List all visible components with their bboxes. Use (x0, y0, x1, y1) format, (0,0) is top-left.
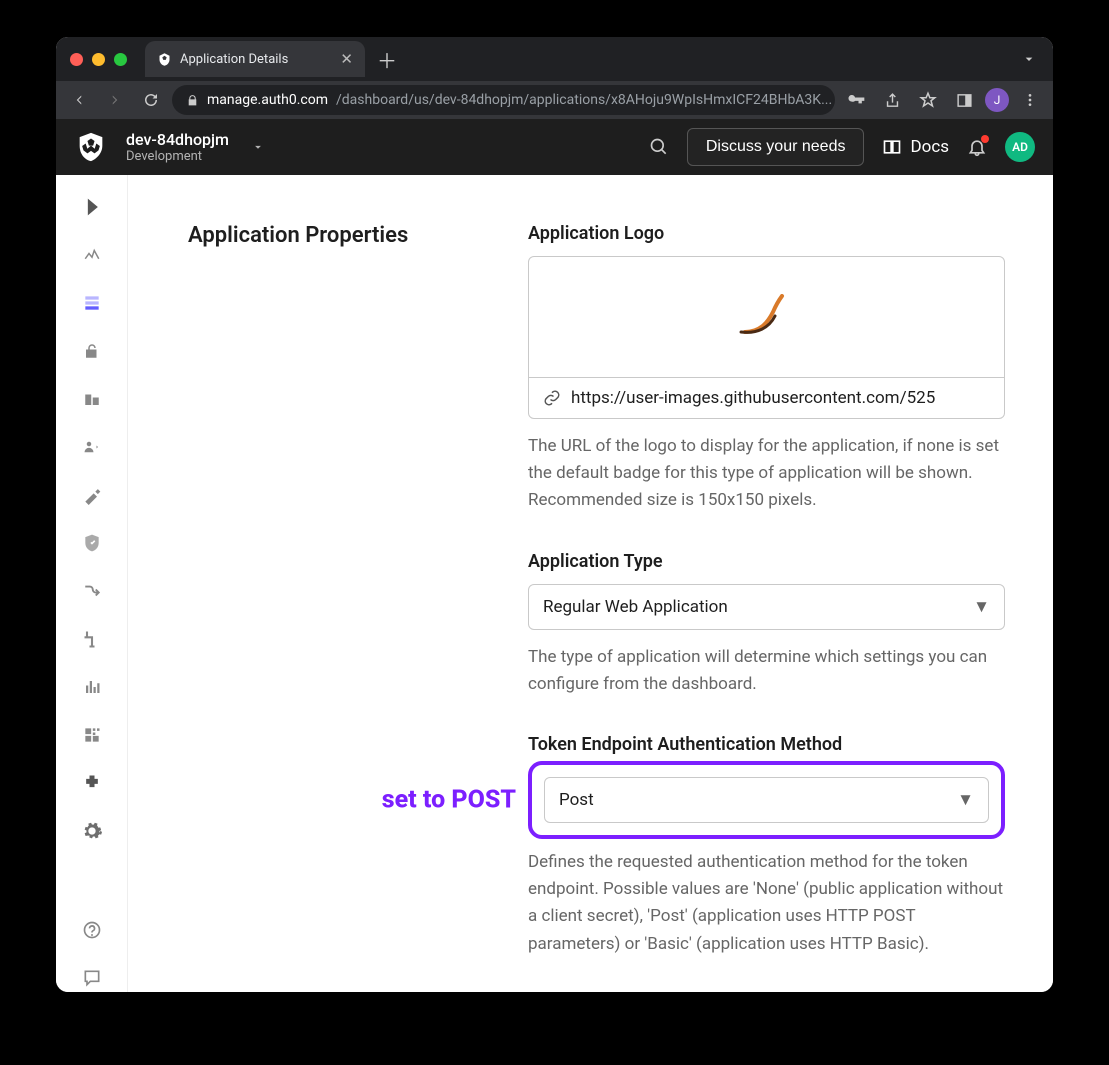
window-controls (70, 53, 127, 66)
callout-annotation: set to POST (382, 785, 516, 814)
token-auth-select[interactable]: Post ▼ (544, 777, 989, 823)
share-icon[interactable] (877, 85, 907, 115)
tenant-env: Development (126, 149, 229, 165)
token-auth-help: Defines the requested authentication met… (528, 849, 1005, 958)
search-icon[interactable] (649, 137, 669, 157)
nav-auth-pipeline-icon[interactable] (75, 625, 109, 653)
minimize-window-button[interactable] (92, 53, 105, 66)
logo-image (739, 294, 795, 340)
reload-button[interactable] (136, 85, 166, 115)
browser-window: Application Details ✕ ＋ manage.auth0.com… (56, 37, 1053, 992)
app-body: Application Properties Application Logo (56, 175, 1053, 992)
nav-users-icon[interactable] (75, 433, 109, 461)
password-key-icon[interactable] (841, 85, 871, 115)
side-panel-icon[interactable] (949, 85, 979, 115)
bookmark-star-icon[interactable] (913, 85, 943, 115)
close-tab-icon[interactable]: ✕ (340, 50, 353, 68)
nav-monitoring-icon[interactable] (75, 673, 109, 701)
logo-label: Application Logo (528, 223, 1005, 244)
new-tab-button[interactable]: ＋ (377, 45, 397, 74)
logo-box: https://user-images.githubusercontent.co… (528, 256, 1005, 419)
user-avatar[interactable]: AD (1005, 132, 1035, 162)
app-type-help: The type of application will determine w… (528, 644, 1005, 698)
chevron-down-icon (251, 140, 265, 154)
url-host: manage.auth0.com (207, 92, 328, 108)
nav-feedback-icon[interactable] (75, 964, 109, 992)
logo-url-value: https://user-images.githubusercontent.co… (571, 388, 990, 408)
tab-overflow-button[interactable] (1021, 51, 1037, 67)
nav-marketplace-icon[interactable] (75, 721, 109, 749)
url-path: /dashboard/us/dev-84dhopjm/applications/… (336, 92, 832, 108)
nav-applications-icon[interactable] (75, 289, 109, 317)
nav-branding-icon[interactable] (75, 481, 109, 509)
token-auth-highlight: set to POST Post ▼ (528, 761, 1005, 839)
forward-button[interactable] (100, 85, 130, 115)
browser-toolbar: manage.auth0.com/dashboard/us/dev-84dhop… (56, 81, 1053, 119)
address-bar[interactable]: manage.auth0.com/dashboard/us/dev-84dhop… (172, 85, 835, 115)
nav-security-icon[interactable] (75, 529, 109, 557)
token-auth-value: Post (559, 790, 594, 810)
notification-dot (981, 135, 989, 143)
nav-settings-icon[interactable] (75, 817, 109, 845)
app-type-select[interactable]: Regular Web Application ▼ (528, 584, 1005, 630)
docs-link[interactable]: Docs (882, 137, 949, 157)
app-type-value: Regular Web Application (543, 597, 728, 617)
logo-preview (529, 257, 1004, 377)
back-button[interactable] (64, 85, 94, 115)
nav-help-icon[interactable] (75, 916, 109, 944)
logo-url-input[interactable]: https://user-images.githubusercontent.co… (529, 377, 1004, 418)
logo-help: The URL of the logo to display for the a… (528, 433, 1005, 515)
auth0-logo-icon[interactable] (74, 130, 108, 164)
auth0-favicon-icon (157, 52, 172, 67)
main-content: Application Properties Application Logo (128, 175, 1053, 992)
app-type-label: Application Type (528, 551, 1005, 572)
link-icon (543, 389, 561, 407)
nav-extensions-icon[interactable] (75, 769, 109, 797)
chevron-down-icon: ▼ (957, 790, 974, 810)
chevron-down-icon: ▼ (973, 597, 990, 617)
nav-actions-icon[interactable] (75, 577, 109, 605)
browser-menu-button[interactable] (1015, 85, 1045, 115)
token-auth-label: Token Endpoint Authentication Method (528, 734, 1005, 755)
left-nav (56, 175, 128, 992)
section-title: Application Properties (188, 223, 488, 248)
lock-icon (186, 94, 199, 107)
nav-activity-icon[interactable] (75, 241, 109, 269)
nav-getting-started-icon[interactable] (75, 193, 109, 221)
nav-organizations-icon[interactable] (75, 385, 109, 413)
browser-tabstrip: Application Details ✕ ＋ (56, 37, 1053, 81)
docs-label: Docs (910, 137, 949, 157)
browser-tab[interactable]: Application Details ✕ (145, 41, 365, 77)
tenant-name: dev-84dhopjm (126, 130, 229, 149)
notifications-button[interactable] (967, 137, 987, 157)
auth0-topbar: dev-84dhopjm Development Discuss your ne… (56, 119, 1053, 175)
tab-title: Application Details (180, 52, 288, 67)
nav-authentication-icon[interactable] (75, 337, 109, 365)
browser-profile-avatar[interactable]: J (985, 88, 1009, 112)
tenant-switcher[interactable]: dev-84dhopjm Development (126, 130, 229, 165)
discuss-needs-button[interactable]: Discuss your needs (687, 128, 865, 166)
maximize-window-button[interactable] (114, 53, 127, 66)
close-window-button[interactable] (70, 53, 83, 66)
book-icon (882, 137, 902, 157)
